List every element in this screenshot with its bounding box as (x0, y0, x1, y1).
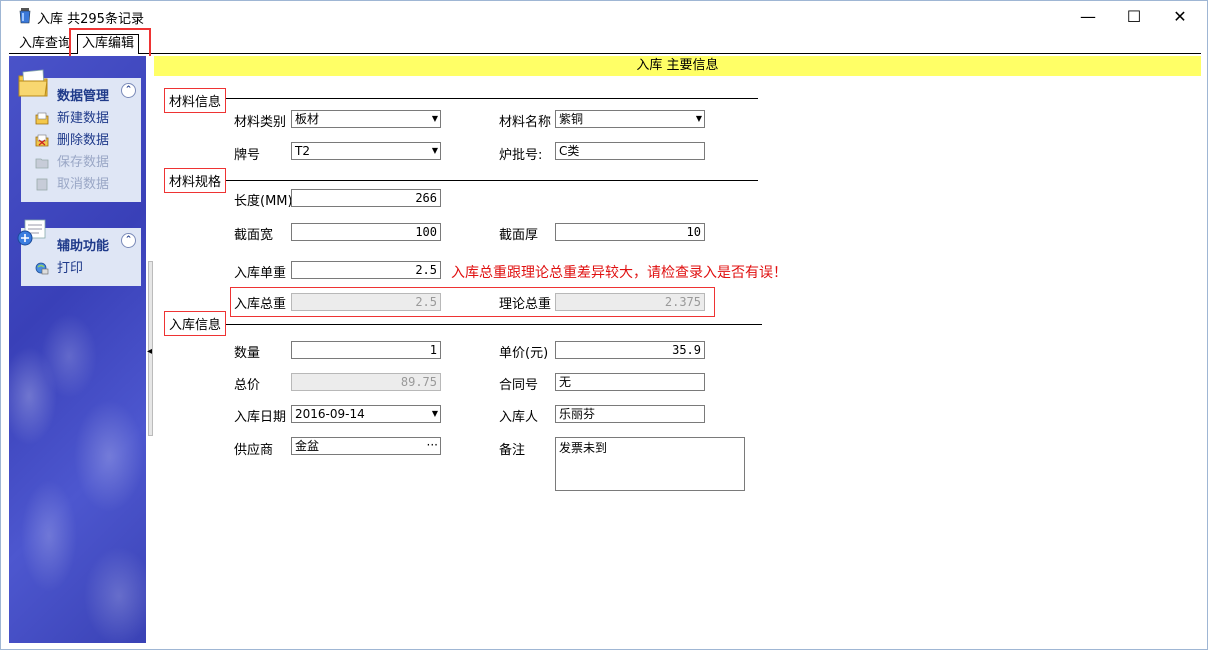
dropdown-arrow-icon: ▼ (431, 114, 438, 123)
batch-no-input[interactable]: C类 (555, 142, 705, 160)
unit-price-input[interactable]: 35.9 (555, 341, 705, 359)
thickness-label: 截面厚 (499, 228, 539, 243)
quantity-label: 数量 (234, 346, 261, 361)
tab-stock-query[interactable]: 入库查询 (15, 35, 75, 53)
total-weight-label: 入库总重 (234, 297, 287, 312)
remark-textarea[interactable]: 发票未到 (555, 437, 745, 491)
material-name-label: 材料名称 (499, 115, 552, 130)
stock-person-label: 入库人 (499, 410, 539, 425)
unit-weight-input[interactable]: 2.5 (291, 261, 441, 279)
stock-person-input[interactable]: 乐丽芬 (555, 405, 705, 423)
stock-date-label: 入库日期 (234, 410, 287, 425)
main-info-header: 入库 主要信息 (154, 56, 1201, 76)
material-type-select[interactable]: 板材 ▼ (291, 110, 441, 128)
print-button[interactable]: 打印 (21, 258, 141, 280)
tab-stock-edit[interactable]: 入库编辑 (77, 34, 140, 54)
unit-weight-label: 入库单重 (234, 266, 287, 281)
delete-data-button[interactable]: 删除数据 (21, 130, 141, 152)
supplier-input[interactable]: 金盆 ··· (291, 437, 441, 455)
remark-label: 备注 (499, 443, 526, 458)
tab-strip: 入库查询 入库编辑 (9, 33, 1201, 54)
data-management-header[interactable]: 数据管理 ⌃ (18, 69, 141, 104)
section-material-spec: 材料规格 (164, 168, 227, 193)
width-input[interactable]: 100 (291, 223, 441, 241)
material-name-select[interactable]: 紫铜 ▼ (555, 110, 705, 128)
stock-date-picker[interactable]: 2016-09-14 ▼ (291, 405, 441, 423)
save-data-label: 保存数据 (57, 155, 110, 170)
unit-price-label: 单价(元) (499, 346, 549, 361)
maximize-button[interactable]: ☐ (1111, 1, 1157, 31)
length-label: 长度(MM) (234, 194, 293, 209)
sidebar: 数据管理 ⌃ 新建数据 删除数据 保存数据 取消数据 辅助功能 ⌃ 打印 (9, 56, 146, 643)
save-icon (35, 158, 49, 169)
aux-functions-panel: 辅助功能 ⌃ 打印 (17, 219, 141, 286)
quantity-input[interactable]: 1 (291, 341, 441, 359)
length-input[interactable]: 266 (291, 189, 441, 207)
theory-weight-label: 理论总重 (499, 297, 552, 312)
contract-no-input[interactable]: 无 (555, 373, 705, 391)
sidebar-splitter[interactable]: ◂ (146, 56, 154, 643)
delete-data-label: 删除数据 (57, 133, 110, 148)
dropdown-arrow-icon: ▼ (431, 146, 438, 155)
cancel-data-label: 取消数据 (57, 177, 110, 192)
app-icon (19, 8, 31, 24)
new-record-icon (35, 112, 49, 125)
delete-record-icon (35, 134, 49, 147)
title-bar: 入库 共295条记录 — ☐ ✕ (1, 1, 1207, 31)
dropdown-arrow-icon: ▼ (695, 114, 702, 123)
folder-icon (18, 69, 48, 97)
grade-select[interactable]: T2 ▼ (291, 142, 441, 160)
collapse-sidebar-icon[interactable]: ◂ (147, 346, 152, 357)
cancel-data-button[interactable]: 取消数据 (21, 174, 141, 196)
new-data-button[interactable]: 新建数据 (21, 108, 141, 130)
data-management-collapse-icon[interactable]: ⌃ (121, 83, 136, 98)
weight-warning-text: 入库总重跟理论总重差异较大，请检查录入是否有误！ (451, 265, 787, 281)
dropdown-arrow-icon: ▼ (431, 409, 438, 418)
section-divider (226, 324, 762, 325)
material-type-label: 材料类别 (234, 115, 287, 130)
thickness-input[interactable]: 10 (555, 223, 705, 241)
window-title: 入库 共295条记录 (37, 12, 144, 27)
aux-functions-title: 辅助功能 (57, 239, 110, 254)
theory-weight-field: 2.375 (555, 293, 705, 311)
total-price-field: 89.75 (291, 373, 441, 391)
section-divider (226, 180, 758, 181)
aux-functions-collapse-icon[interactable]: ⌃ (121, 233, 136, 248)
section-material-info: 材料信息 (164, 88, 227, 113)
data-management-title: 数据管理 (57, 89, 110, 104)
new-data-label: 新建数据 (57, 111, 110, 126)
aux-functions-header[interactable]: 辅助功能 ⌃ (17, 219, 141, 254)
tools-icon (17, 219, 46, 246)
section-stock-info: 入库信息 (164, 311, 227, 336)
total-weight-field: 2.5 (291, 293, 441, 311)
minimize-button[interactable]: — (1065, 1, 1111, 31)
print-icon (35, 262, 49, 275)
width-label: 截面宽 (234, 228, 274, 243)
section-divider (226, 98, 758, 99)
cancel-icon (36, 178, 48, 191)
batch-no-label: 炉批号: (499, 148, 543, 163)
browse-ellipsis-icon[interactable]: ··· (427, 438, 438, 452)
app-window: 入库 共295条记录 — ☐ ✕ 入库查询 入库编辑 数据管理 ⌃ 新建数据 删… (0, 0, 1208, 650)
close-button[interactable]: ✕ (1157, 1, 1203, 31)
save-data-button[interactable]: 保存数据 (21, 152, 141, 174)
total-price-label: 总价 (234, 378, 261, 393)
data-management-panel: 数据管理 ⌃ 新建数据 删除数据 保存数据 取消数据 (18, 69, 141, 202)
contract-no-label: 合同号 (499, 378, 539, 393)
grade-label: 牌号 (234, 148, 261, 163)
supplier-label: 供应商 (234, 443, 274, 458)
print-label: 打印 (57, 261, 84, 276)
